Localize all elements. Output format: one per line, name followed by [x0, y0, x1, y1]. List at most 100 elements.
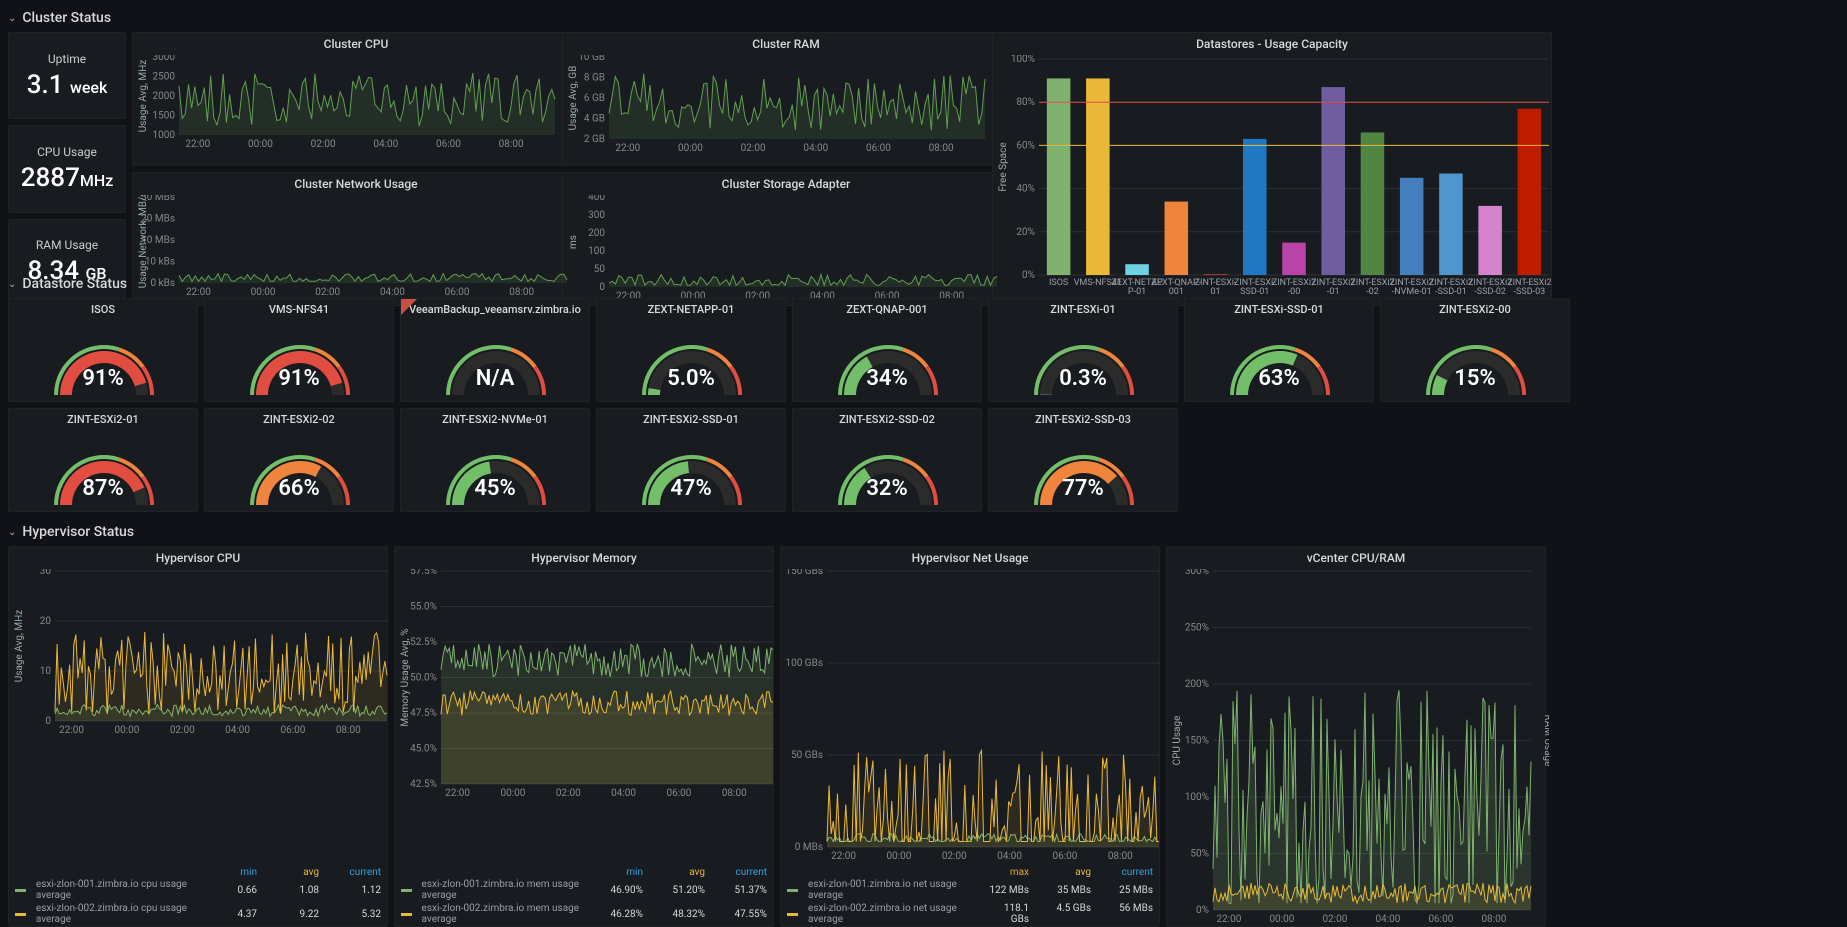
- legend-item[interactable]: esxi-zlon-002.zimbra.io cpu usage averag…: [9, 902, 387, 926]
- svg-text:-SSD-03: -SSD-03: [1514, 287, 1546, 297]
- stat-label: Uptime: [48, 52, 86, 66]
- gauge-zext-qnap-001[interactable]: ZEXT-QNAP-00134%: [792, 298, 982, 402]
- svg-text:0 kBs: 0 kBs: [150, 278, 175, 289]
- gauge-value: 0.3%: [989, 366, 1177, 391]
- svg-text:00:00: 00:00: [248, 139, 273, 149]
- svg-text:22:00: 22:00: [185, 139, 210, 149]
- svg-text:22:00: 22:00: [615, 143, 640, 153]
- section-title: Hypervisor Status: [22, 524, 134, 540]
- legend-label: esxi-zlon-002.zimbra.io net usage averag…: [808, 903, 979, 925]
- gauge-value: 47%: [597, 476, 785, 501]
- svg-text:08:00: 08:00: [1481, 914, 1506, 924]
- chart-cluster-ram[interactable]: Cluster RAM 2 GB4 GB6 GB8 GB10 GBUsage A…: [562, 32, 1010, 166]
- gauge-zint-esxi2-ssd-02[interactable]: ZINT-ESXi2-SSD-0232%: [792, 408, 982, 512]
- svg-text:2500: 2500: [153, 72, 176, 83]
- stat-cpu-usage[interactable]: CPU Usage 2887MHz: [8, 125, 126, 212]
- svg-text:02:00: 02:00: [741, 143, 766, 153]
- svg-text:80%: 80%: [1016, 97, 1035, 108]
- chart-datastores-usage[interactable]: Datastores - Usage Capacity 0%20%40%60%8…: [992, 32, 1552, 306]
- gauge-value: 45%: [401, 476, 589, 501]
- svg-text:04:00: 04:00: [1375, 914, 1400, 924]
- stat-ram-usage[interactable]: RAM Usage 8.34 GB: [8, 219, 126, 306]
- svg-text:30: 30: [40, 569, 52, 577]
- svg-text:0 MBs: 0 MBs: [795, 842, 823, 853]
- svg-text:2000: 2000: [153, 91, 176, 102]
- svg-text:001: 001: [1169, 287, 1184, 297]
- svg-text:-SSD-01: -SSD-01: [1435, 287, 1467, 297]
- gauge-vms-nfs41[interactable]: VMS-NFS41 91%: [204, 298, 394, 402]
- panel-title: ZINT-ESXi2-SSD-01: [643, 409, 739, 428]
- legend-label: esxi-zlon-001.zimbra.io net usage averag…: [808, 879, 979, 901]
- svg-text:250%: 250%: [1185, 623, 1209, 634]
- gauge-zint-esxi2-nvme-01[interactable]: ZINT-ESXi2-NVMe-0145%: [400, 408, 590, 512]
- chart-cluster-cpu[interactable]: Cluster CPU 10001500200025003000Usage Av…: [132, 32, 580, 166]
- svg-text:20: 20: [40, 616, 52, 627]
- svg-text:22:00: 22:00: [831, 851, 856, 861]
- chart-cluster-network[interactable]: Cluster Network Usage 0 kBs10 kBs10 MBs2…: [132, 172, 580, 306]
- legend-label: esxi-zlon-001.zimbra.io cpu usage averag…: [36, 879, 207, 901]
- svg-text:06:00: 06:00: [1428, 914, 1453, 924]
- legend-item[interactable]: esxi-zlon-002.zimbra.io mem usage averag…: [395, 902, 773, 926]
- svg-text:02:00: 02:00: [556, 788, 581, 798]
- panel-title: Hypervisor Net Usage: [781, 547, 1159, 567]
- svg-text:22:00: 22:00: [445, 788, 470, 798]
- gauge-veeambackup-veeamsrv-zimbra-io[interactable]: VeeamBackup_veeamsrv.zimbra.ioN/A: [400, 298, 590, 402]
- svg-text:50: 50: [594, 264, 606, 275]
- svg-text:0%: 0%: [1022, 270, 1035, 281]
- gauge-zint-esxi2-ssd-03[interactable]: ZINT-ESXi2-SSD-0377%: [988, 408, 1178, 512]
- svg-text:0: 0: [45, 716, 51, 727]
- svg-text:0%: 0%: [1196, 905, 1209, 916]
- section-hypervisor-status[interactable]: ⌄ Hypervisor Status: [8, 518, 1839, 546]
- stat-uptime[interactable]: Uptime 3.1 week: [8, 32, 126, 119]
- gauge-zext-netapp-01[interactable]: ZEXT-NETAPP-015.0%: [596, 298, 786, 402]
- chevron-down-icon: ⌄: [8, 527, 16, 538]
- gauge-zint-esxi2-00[interactable]: ZINT-ESXi2-0015%: [1380, 298, 1570, 402]
- gauge-value: 91%: [205, 366, 393, 391]
- chart-cluster-storage[interactable]: Cluster Storage Adapter 050100200300400m…: [562, 172, 1010, 306]
- panel-title: ZEXT-QNAP-001: [846, 299, 927, 318]
- panel-title: Cluster Network Usage: [133, 173, 579, 193]
- svg-text:50.0%: 50.0%: [410, 673, 437, 684]
- gauge-zint-esxi2-01[interactable]: ZINT-ESXi2-0187%: [8, 408, 198, 512]
- panel-title: ISOS: [91, 299, 115, 318]
- svg-text:3000: 3000: [153, 55, 176, 63]
- panel-title: ZINT-ESXi2-SSD-03: [1035, 409, 1131, 428]
- panel-title: Cluster CPU: [133, 33, 579, 53]
- gauge-zint-esxi-01[interactable]: ZINT-ESXi-01 0.3%: [988, 298, 1178, 402]
- svg-text:45.0%: 45.0%: [410, 744, 437, 755]
- svg-text:Usage Network, MB/s: Usage Network, MB/s: [138, 195, 149, 288]
- gauge-zint-esxi2-ssd-01[interactable]: ZINT-ESXi2-SSD-01 47%: [596, 408, 786, 512]
- gauge-zint-esxi-ssd-01[interactable]: ZINT-ESXi-SSD-0163%: [1184, 298, 1374, 402]
- legend-item[interactable]: esxi-zlon-002.zimbra.io net usage averag…: [781, 902, 1159, 926]
- svg-text:-NVMe-01: -NVMe-01: [1392, 287, 1432, 297]
- legend-item[interactable]: esxi-zlon-001.zimbra.io cpu usage averag…: [9, 878, 387, 902]
- svg-text:00:00: 00:00: [1269, 914, 1294, 924]
- svg-text:22:00: 22:00: [186, 287, 211, 297]
- svg-text:08:00: 08:00: [929, 143, 954, 153]
- panel-title: Hypervisor CPU: [9, 547, 387, 567]
- svg-text:CPU Usage: CPU Usage: [1172, 716, 1183, 766]
- svg-text:150%: 150%: [1185, 736, 1209, 747]
- svg-text:SSD-01: SSD-01: [1240, 287, 1269, 297]
- svg-text:22:00: 22:00: [1216, 914, 1241, 924]
- gauge-zint-esxi2-02[interactable]: ZINT-ESXi2-0266%: [204, 408, 394, 512]
- gauge-value: 91%: [9, 366, 197, 391]
- svg-text:300: 300: [588, 210, 605, 221]
- gauge-value: 87%: [9, 476, 197, 501]
- panel-title: ZINT-ESXi-01: [1050, 299, 1115, 318]
- legend-item[interactable]: esxi-zlon-001.zimbra.io net usage averag…: [781, 878, 1159, 902]
- svg-text:8 GB: 8 GB: [584, 73, 605, 84]
- panel-title: Hypervisor Memory: [395, 547, 773, 567]
- legend-label: esxi-zlon-002.zimbra.io cpu usage averag…: [36, 903, 207, 925]
- svg-text:-02: -02: [1366, 287, 1379, 297]
- legend-item[interactable]: esxi-zlon-001.zimbra.io mem usage averag…: [395, 878, 773, 902]
- chevron-down-icon: ⌄: [8, 13, 16, 24]
- svg-text:1500: 1500: [153, 111, 176, 122]
- panel-title: VMS-NFS41: [269, 299, 329, 318]
- svg-text:01: 01: [1210, 287, 1220, 297]
- gauge-isos[interactable]: ISOS 91%: [8, 298, 198, 402]
- svg-text:200: 200: [588, 228, 605, 239]
- stat-value: 2887MHz: [21, 163, 114, 193]
- svg-text:08:00: 08:00: [336, 725, 361, 735]
- section-cluster-status[interactable]: ⌄ Cluster Status: [8, 4, 1839, 32]
